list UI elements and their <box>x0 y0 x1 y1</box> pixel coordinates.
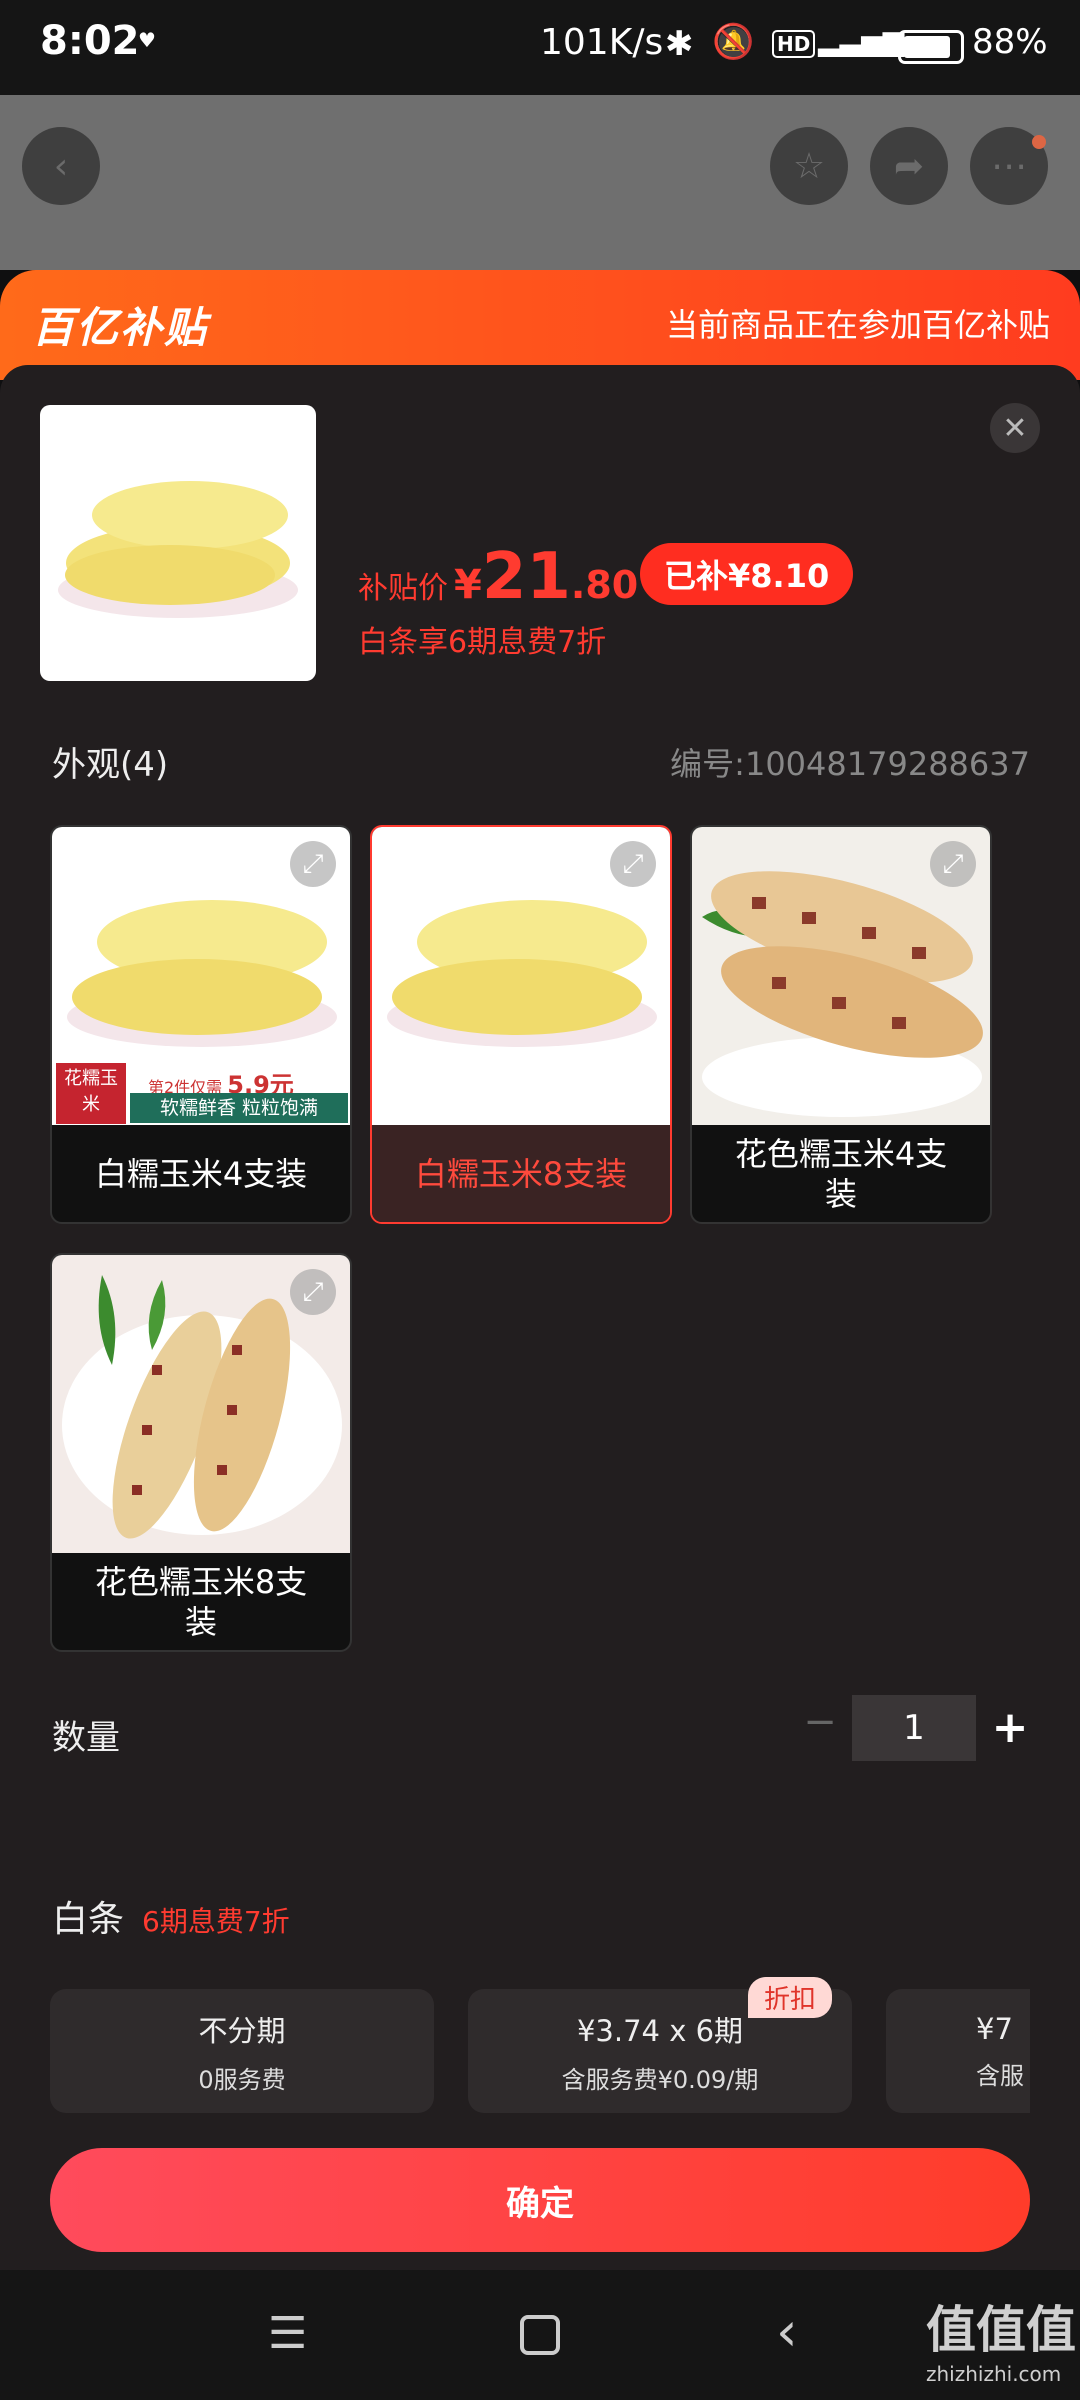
home-icon[interactable] <box>520 2315 560 2355</box>
expand-icon[interactable]: ⤢ <box>290 841 336 887</box>
price-decimal: .80 <box>570 563 639 607</box>
sku-code: 编号:10048179288637 <box>670 745 1030 783</box>
watermark-url: zhizhizhi.com <box>926 2362 1062 2386</box>
product-thumbnail <box>40 405 316 681</box>
option-card[interactable]: ⤢ 花色糯玉米8支装 <box>50 1253 352 1652</box>
discount-tag: 折扣 <box>748 1977 833 2018</box>
option-title: ¥7 <box>976 2011 1013 2046</box>
option-sub: 含服务费¥0.09/期 <box>561 2065 759 2094</box>
installment-options: 不分期 0服务费 ¥3.74 x 6期 含服务费¥0.09/期 折扣 ¥7 含服 <box>50 1977 1030 2117</box>
decrement-button[interactable]: − <box>790 1699 850 1759</box>
option-label: 白糯玉米8支装 <box>372 1125 670 1222</box>
price-label: 补贴价 <box>358 571 448 606</box>
baitiao-header: 白条 6期息费7折 <box>52 1890 290 1942</box>
price-currency: ¥ <box>454 562 482 608</box>
quantity-input[interactable]: 1 <box>852 1695 976 1761</box>
price-row: 补贴价 ¥ 21 .80 <box>358 540 638 614</box>
promo-slogan: 软糯鲜香 粒粒饱满 <box>130 1093 348 1123</box>
promo-tag: 花糯玉米 <box>56 1063 126 1124</box>
menu-icon[interactable]: ☰ <box>268 2308 307 2359</box>
option-sub: 0服务费 <box>198 2065 286 2094</box>
option-image: ⤢ <box>692 827 990 1125</box>
back-nav-icon[interactable]: ‹ <box>776 2300 798 2363</box>
baitiao-title: 白条 <box>52 1899 125 1940</box>
appearance-title: 外观(4) <box>52 745 169 785</box>
battery-icon <box>898 30 964 64</box>
option-image: ⤢ <box>372 827 670 1125</box>
option-image: ⤢ <box>52 1255 350 1553</box>
baitiao-subtitle: 6期息费7折 <box>142 1905 290 1938</box>
subsidy-logo: 百亿补贴 <box>32 303 209 352</box>
option-sub: 含服 <box>976 2061 1024 2090</box>
share-button[interactable]: ➦ <box>870 127 948 205</box>
background-page: ‹ ☆ ➦ ⋯ <box>0 95 1080 270</box>
sku-sheet: ✕ 补贴价 ¥ 21 .80 已补¥8.10 白条享6期息费7折 外观(4) 编… <box>0 365 1080 2270</box>
battery-level: 88% <box>972 22 1048 62</box>
watermark: 值值值 <box>926 2301 1076 2359</box>
status-bar: 8:02 ♥ 101K/s ✱ 🔕 HD ▂▃▅▆ 88% <box>0 0 1080 95</box>
status-time: 8:02 <box>40 18 140 64</box>
option-label: 花色糯玉米4支装 <box>734 1134 948 1213</box>
mute-icon: 🔕 <box>712 22 755 62</box>
increment-button[interactable]: + <box>980 1695 1040 1761</box>
close-icon: ✕ <box>1002 410 1028 446</box>
option-label: 花色糯玉米8支装 <box>94 1562 308 1641</box>
back-button[interactable]: ‹ <box>22 127 100 205</box>
network-speed: 101K/s <box>540 22 664 63</box>
subsidy-banner: 百亿补贴 当前商品正在参加百亿补贴 <box>0 270 1080 380</box>
option-card[interactable]: 花糯玉米 第2件仅需 5.9元 软糯鲜香 粒粒饱满 ⤢ 白糯玉米4支装 <box>50 825 352 1224</box>
bluetooth-icon: ✱ <box>665 24 694 64</box>
quantity-stepper: − 1 + <box>790 1695 1040 1761</box>
option-title: ¥3.74 x 6期 <box>576 2013 744 2048</box>
notification-dot <box>1032 135 1046 149</box>
heart-rate-icon: ♥ <box>138 28 156 52</box>
installment-option[interactable]: 不分期 0服务费 <box>50 1989 434 2113</box>
close-button[interactable]: ✕ <box>990 403 1040 453</box>
price-integer: 21 <box>481 540 571 614</box>
hd-icon: HD <box>772 30 816 58</box>
expand-icon[interactable]: ⤢ <box>290 1269 336 1315</box>
installment-option[interactable]: ¥7 含服 <box>886 1989 1030 2113</box>
subsidy-message: 当前商品正在参加百亿补贴 <box>665 306 1050 344</box>
installment-note: 白条享6期息费7折 <box>358 625 607 660</box>
expand-icon[interactable]: ⤢ <box>930 841 976 887</box>
option-card[interactable]: ⤢ 花色糯玉米4支装 <box>690 825 992 1224</box>
option-card-selected[interactable]: ⤢ 白糯玉米8支装 <box>370 825 672 1224</box>
system-nav-bar: ☰ ‹ 值值值 zhizhizhi.com <box>0 2270 1080 2400</box>
option-label: 白糯玉米4支装 <box>94 1154 308 1193</box>
quantity-label: 数量 <box>52 1718 120 1758</box>
option-title: 不分期 <box>198 2013 286 2048</box>
expand-icon[interactable]: ⤢ <box>610 841 656 887</box>
subsidy-badge: 已补¥8.10 <box>640 543 854 605</box>
corn-image <box>58 481 298 618</box>
confirm-button[interactable]: 确定 <box>50 2148 1030 2252</box>
favorite-button[interactable]: ☆ <box>770 127 848 205</box>
option-image: 花糯玉米 第2件仅需 5.9元 软糯鲜香 粒粒饱满 ⤢ <box>52 827 350 1125</box>
signal-icon: ▂▃▅▆ <box>818 24 905 57</box>
